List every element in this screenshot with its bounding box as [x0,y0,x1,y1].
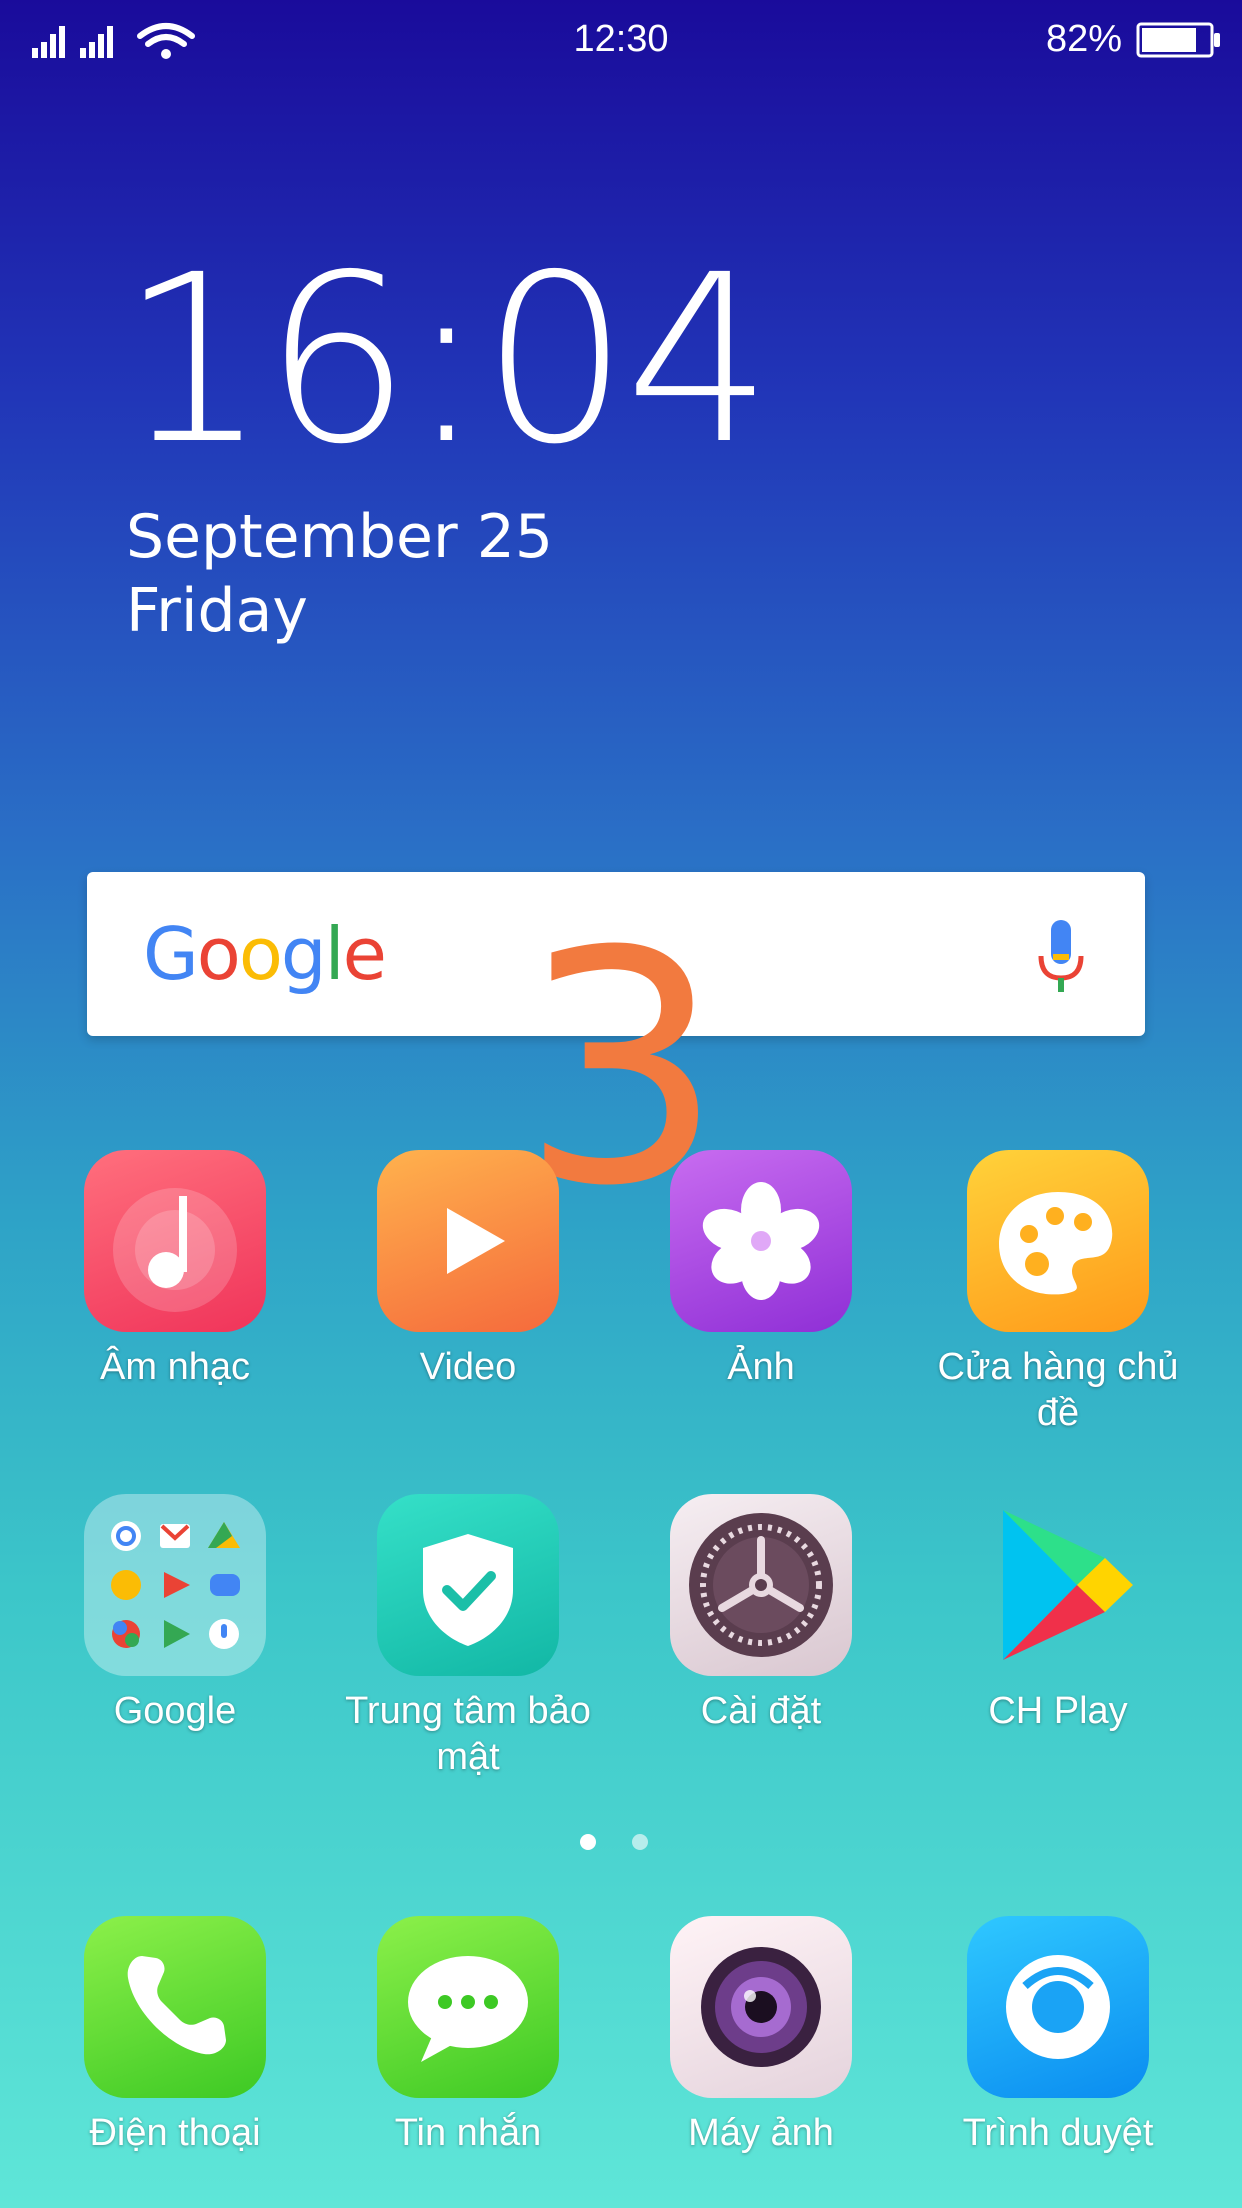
app-label: Tin nhắn [394,2112,542,2154]
app-label: Điện thoại [89,2112,261,2154]
clock-date-block: September 25 Friday [126,500,553,648]
settings-gear-icon [670,1494,852,1676]
phone-icon [84,1916,266,2098]
camera-icon [670,1916,852,2098]
app-video[interactable]: Video [333,1150,603,1390]
app-trung-tam-bao-mat[interactable]: Trung tâm bảo mật [333,1494,603,1780]
clock-day: Friday [126,576,308,646]
mic-icon[interactable] [1035,918,1087,998]
dock-trinh-duyet[interactable]: Trình duyệt [918,1916,1198,2156]
page-dot-active[interactable] [580,1834,596,1850]
battery-percent: 82% [1045,18,1122,60]
dock-may-anh[interactable]: Máy ảnh [626,1916,896,2156]
browser-icon [967,1916,1149,2098]
google-logo-letter: o [196,912,241,996]
google-logo-letter: e [342,912,387,996]
app-label: Máy ảnh [688,2112,834,2154]
app-label: Trung tâm bảo mật [345,1690,591,1778]
app-label: Ảnh [727,1346,795,1388]
app-label: Google [113,1690,237,1732]
app-label: Cài đặt [700,1690,822,1732]
google-folder-icon [84,1494,266,1676]
app-cua-hang-chu-de[interactable]: Cửa hàng chủ đề [918,1150,1198,1436]
app-cai-dat[interactable]: Cài đặt [626,1494,896,1734]
music-icon [84,1150,266,1332]
page-dot[interactable] [632,1834,648,1850]
app-label: Trình duyệt [962,2112,1154,2154]
app-label: CH Play [988,1690,1128,1732]
clock-date: September 25 [126,502,554,572]
app-label: Video [419,1346,517,1388]
battery-icon [1136,22,1220,58]
lock-clock-time: 16:04 [120,225,773,495]
google-logo-letter: g [280,912,327,996]
theme-palette-icon [967,1150,1149,1332]
message-icon [377,1916,559,2098]
app-label: Âm nhạc [100,1346,250,1388]
google-logo: Google [143,912,387,996]
google-logo-letter: l [324,912,345,996]
app-ch-play[interactable]: CH Play [918,1494,1198,1734]
flower-photo-icon [670,1150,852,1332]
play-store-icon [967,1494,1149,1676]
app-am-nhac[interactable]: Âm nhạc [40,1150,310,1390]
status-bar: 12:30 82% [0,0,1242,80]
video-play-icon [377,1150,559,1332]
app-google-folder[interactable]: Google [40,1494,310,1734]
app-anh[interactable]: Ảnh [626,1150,896,1390]
google-logo-letter: o [238,912,283,996]
dock-tin-nhan[interactable]: Tin nhắn [333,1916,603,2156]
security-shield-icon [377,1494,559,1676]
google-logo-letter: G [143,912,199,996]
dock-dien-thoai[interactable]: Điện thoại [40,1916,310,2156]
app-label: Cửa hàng chủ đề [937,1346,1179,1434]
